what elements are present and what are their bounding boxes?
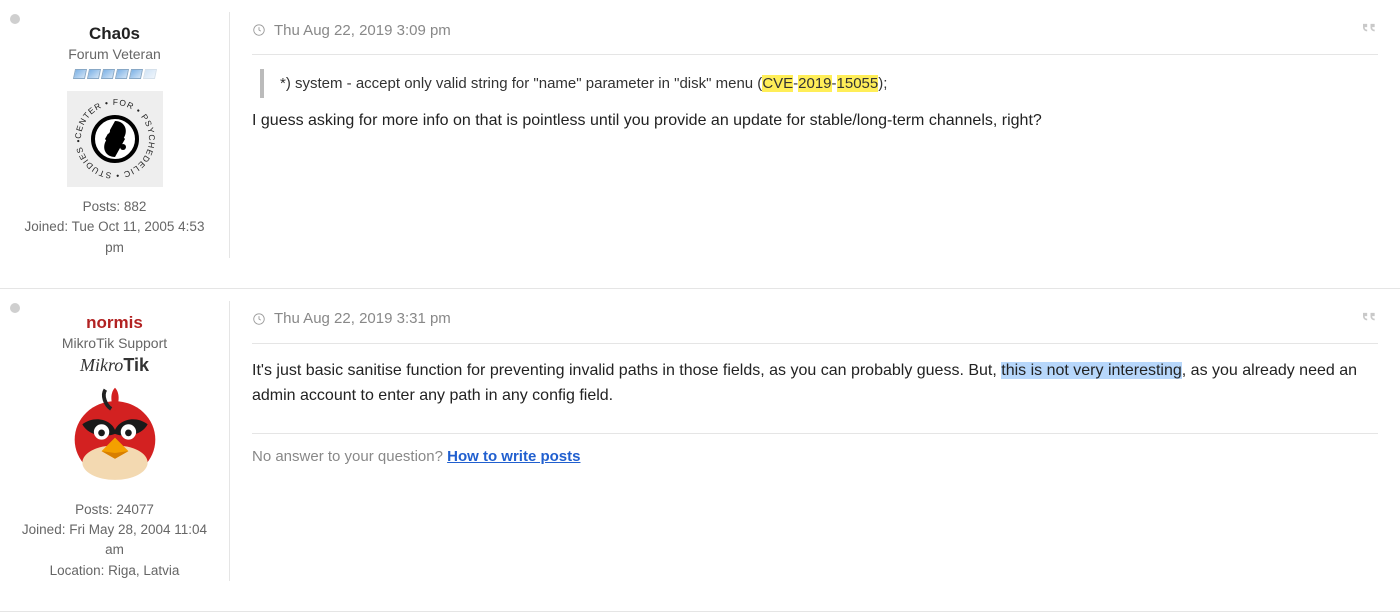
username-link[interactable]: normis [18, 313, 211, 333]
user-panel: Cha0s Forum Veteran CENTER • FOR • PSYCH… [0, 12, 230, 258]
post-timestamp[interactable]: Thu Aug 22, 2019 3:31 pm [252, 310, 451, 327]
brand-logo: MikroTik [18, 355, 211, 376]
quoted-block: *) system - accept only valid string for… [260, 69, 1378, 98]
forum-post: normis MikroTik Support MikroTik Posts: … [0, 289, 1400, 612]
quote-button[interactable] [1358, 307, 1378, 331]
avatar[interactable]: CENTER • FOR • PSYCHEDELIC • STUDIES • [67, 91, 163, 187]
highlight: CVE [762, 75, 793, 92]
username-link[interactable]: Cha0s [18, 24, 211, 44]
post-content: It's just basic sanitise function for pr… [252, 358, 1378, 409]
post-body: Thu Aug 22, 2019 3:31 pm It's just basic… [230, 301, 1400, 581]
avatar[interactable] [67, 382, 163, 492]
forum-post: Cha0s Forum Veteran CENTER • FOR • PSYCH… [0, 0, 1400, 289]
post-body: Thu Aug 22, 2019 3:09 pm *) system - acc… [230, 12, 1400, 258]
text-selection: this is not very interesting [1001, 362, 1182, 379]
highlight: 2019 [798, 75, 831, 92]
online-indicator [10, 14, 20, 24]
signature-link[interactable]: How to write posts [447, 448, 580, 465]
user-rank: Forum Veteran [18, 46, 211, 62]
rank-pips [18, 66, 211, 83]
user-meta: Posts: 882 Joined: Tue Oct 11, 2005 4:53… [18, 197, 211, 258]
post-signature: No answer to your question? How to write… [252, 433, 1378, 465]
post-content: I guess asking for more info on that is … [252, 108, 1378, 134]
user-panel: normis MikroTik Support MikroTik Posts: … [0, 301, 230, 581]
user-meta: Posts: 24077 Joined: Fri May 28, 2004 11… [18, 500, 211, 581]
online-indicator [10, 303, 20, 313]
post-timestamp[interactable]: Thu Aug 22, 2019 3:09 pm [252, 22, 451, 39]
user-rank: MikroTik Support [18, 335, 211, 351]
highlight: 15055 [837, 75, 879, 92]
clock-icon [252, 312, 266, 326]
quote-button[interactable] [1358, 18, 1378, 42]
clock-icon [252, 23, 266, 37]
